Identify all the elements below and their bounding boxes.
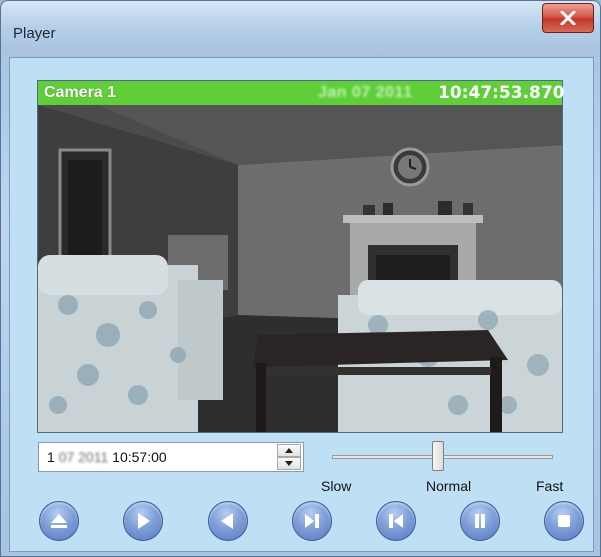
stop-button[interactable] (544, 501, 584, 541)
step-forward-button[interactable] (292, 501, 332, 541)
spin-up-button[interactable] (277, 444, 301, 457)
window-title: Player (13, 25, 56, 42)
close-x-icon (560, 11, 576, 25)
room-video-image (38, 105, 562, 432)
pause-button[interactable] (460, 501, 500, 541)
reverse-play-icon (221, 513, 233, 529)
speed-slider-thumb[interactable] (432, 441, 444, 471)
eject-icon (51, 514, 67, 528)
video-viewport: Camera 1 Jan 07 2011 10:47:53.870 (37, 80, 565, 433)
play-icon (138, 513, 150, 529)
speed-label-slow: Slow (321, 478, 352, 494)
step-forward-icon (305, 514, 319, 528)
speed-label-fast: Fast (536, 478, 564, 494)
eject-button[interactable] (39, 501, 79, 541)
pause-icon (475, 514, 485, 528)
camera-name: Camera 1 (44, 84, 117, 101)
reverse-play-button[interactable] (208, 501, 248, 541)
camera-video-frame[interactable] (38, 105, 562, 432)
chevron-down-icon (285, 461, 293, 466)
datetime-picker[interactable]: 1 07 2011 10:57:00 (38, 442, 304, 472)
video-header: Camera 1 Jan 07 2011 10:47:53.870 (38, 81, 565, 105)
stop-icon (558, 515, 570, 527)
camera-date: Jan 07 2011 (318, 84, 413, 101)
close-button[interactable] (542, 3, 594, 33)
player-window: Player Camera 1 Jan 07 2011 10:47:53.870 (0, 0, 601, 557)
chevron-up-icon (285, 448, 293, 453)
spin-down-button[interactable] (277, 457, 301, 470)
datetime-value[interactable]: 1 07 2011 10:57:00 (47, 449, 167, 465)
play-button[interactable] (123, 501, 163, 541)
step-back-icon (389, 514, 403, 528)
speed-label-normal: Normal (426, 478, 472, 494)
datetime-spinner[interactable] (277, 444, 301, 470)
title-bar[interactable]: Player (1, 1, 600, 57)
step-back-button[interactable] (376, 501, 416, 541)
camera-timestamp: 10:47:53.870 (438, 83, 565, 103)
